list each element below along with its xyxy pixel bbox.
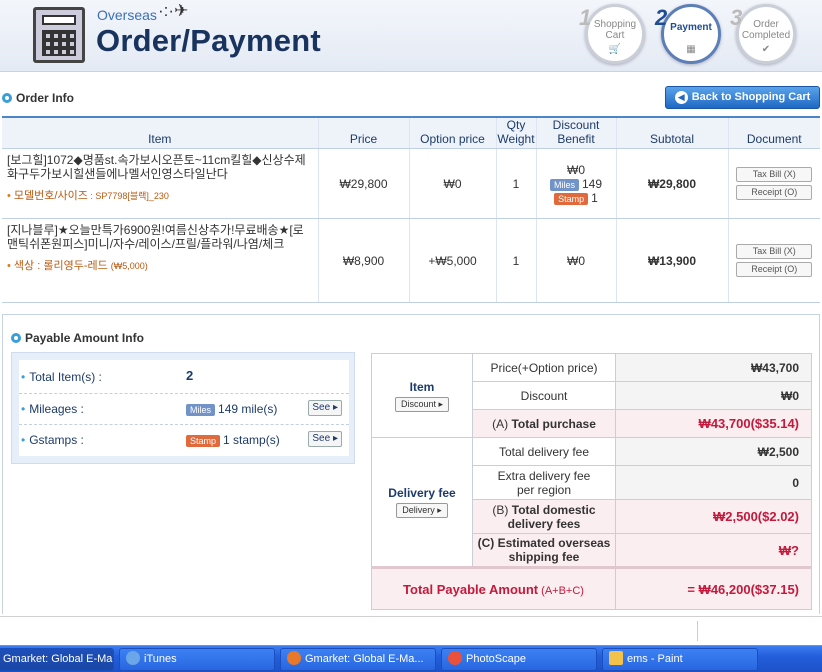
col-discount-benefit: Discount Benefit — [535, 116, 616, 149]
cart-icon: 🛒 — [608, 44, 622, 55]
mileages-row: • Mileages : Miles 149 mile(s) See ▸ — [19, 393, 349, 423]
brand-subtitle: Overseas — [97, 7, 157, 23]
overseas-shipping-value: ₩? — [615, 533, 812, 568]
option-price-cell: ₩0 — [408, 148, 496, 219]
bullet-circle-icon — [2, 93, 12, 103]
col-item: Item — [2, 116, 318, 149]
stamp-badge: Stamp — [554, 192, 589, 205]
taskbar-item-paint[interactable]: ems - Paint — [602, 648, 758, 671]
step-order-completed: 3 Order Completed ✔ — [730, 4, 796, 64]
header: Overseas ·:·✈ Order/Payment 1 Shopping Ca… — [0, 0, 822, 72]
product-name[interactable]: [보그힐]1072◆명품st.속가보시오픈토~11cm킬힐◆신상수제화구두가보시… — [7, 153, 314, 181]
status-bar — [0, 616, 822, 644]
receipt-button[interactable]: Receipt (O) — [736, 185, 813, 200]
tax-bill-button[interactable]: Tax Bill (X) — [736, 244, 813, 259]
product-option: • 색상 : 롤리영두-레드 (₩5,000) — [7, 260, 148, 272]
table-row: [보그힐]1072◆명품st.속가보시오픈토~11cm킬힐◆신상수제화구두가보시… — [2, 148, 820, 219]
total-payable-value: = ₩46,200($37.15) — [615, 566, 812, 610]
paint-icon — [609, 651, 623, 665]
qty-cell: 1 — [495, 148, 536, 219]
total-items-value: 2 — [186, 368, 194, 383]
back-to-cart-button[interactable]: ◀ Back to Shopping Cart — [665, 86, 820, 109]
stamp-badge: Stamp — [186, 435, 221, 447]
payable-title: Payable Amount Info — [11, 331, 144, 345]
document-cell: Tax Bill (X) Receipt (O) — [727, 218, 820, 303]
arrow-left-icon: ◀ — [674, 91, 688, 104]
page: Overseas ·:·✈ Order/Payment 1 Shopping Ca… — [0, 0, 822, 672]
subtotal-cell: ₩13,900 — [615, 218, 728, 303]
taskbar-item-itunes[interactable]: iTunes — [119, 648, 275, 671]
see-mileages-button[interactable]: See ▸ — [308, 400, 342, 416]
bullet-circle-icon — [11, 333, 21, 343]
price-cell: ₩8,900 — [317, 218, 409, 303]
discount-cell: ₩0 Miles 149 Stamp 1 — [535, 148, 616, 219]
payment-summary-table: Item Discount ▸ Price(+Option price) ₩43… — [371, 353, 812, 610]
airplane-icon: ·:·✈ — [158, 1, 189, 20]
col-qty-weight: Qty Weight — [495, 116, 536, 149]
order-table: Item Price Option price Qty Weight Discou… — [2, 116, 820, 303]
tax-bill-button[interactable]: Tax Bill (X) — [736, 167, 813, 182]
taskbar: Gmarket: Global E-Ma... iTunes Gmarket: … — [0, 645, 822, 672]
page-title: Order/Payment — [96, 23, 321, 58]
firefox-icon — [287, 651, 301, 665]
table-row: [지나블루]★오늘만특가6900원!여름신상추가!무료배송★[로맨틱쉬폰원피스]… — [2, 218, 820, 303]
taskbar-item-gmarket[interactable]: Gmarket: Global E-Ma... — [0, 648, 114, 671]
option-price-cell: +₩5,000 — [408, 218, 496, 303]
item-group: Item Discount ▸ — [371, 353, 473, 438]
total-purchase-value: ₩43,700($35.14) — [615, 409, 812, 438]
step-payment: 2 Payment ▦ — [655, 4, 721, 64]
calculator-icon — [33, 7, 85, 63]
total-items-row: • Total Item(s) : 2 — [21, 368, 194, 384]
step-shopping-cart[interactable]: 1 Shopping Cart 🛒 — [579, 4, 645, 64]
discount-button[interactable]: Discount ▸ — [394, 396, 450, 412]
subtotal-cell: ₩29,800 — [615, 148, 728, 219]
product-option: • 모델번호/사이즈 : SP7798[블랙]_230 — [7, 190, 169, 202]
check-icon: ✔ — [761, 44, 771, 55]
qty-cell: 1 — [495, 218, 536, 303]
miles-badge: Miles — [186, 404, 216, 416]
delivery-button[interactable]: Delivery ▸ — [396, 503, 448, 518]
itunes-icon — [126, 651, 140, 665]
price-option-value: ₩43,700 — [615, 353, 812, 382]
col-subtotal: Subtotal — [615, 116, 728, 149]
receipt-button[interactable]: Receipt (O) — [736, 262, 813, 277]
discount-value: ₩0 — [615, 381, 812, 410]
price-cell: ₩29,800 — [317, 148, 409, 219]
total-delivery-value: ₩2,500 — [615, 437, 812, 466]
col-document: Document — [727, 116, 820, 149]
total-payable-row: Total Payable Amount (A+B+C) = ₩46,200($… — [371, 566, 812, 610]
col-price: Price — [317, 116, 409, 149]
taskbar-item-firefox[interactable]: Gmarket: Global E-Ma... — [280, 648, 436, 671]
gstamps-row: • Gstamps : Stamp 1 stamp(s) See ▸ — [19, 424, 349, 454]
col-option-price: Option price — [408, 116, 496, 149]
taskbar-item-photoscape[interactable]: PhotoScape — [441, 648, 597, 671]
see-gstamps-button[interactable]: See ▸ — [308, 431, 342, 447]
benefit-summary: • Total Item(s) : 2 • Mileages : Miles 149 … — [11, 352, 355, 464]
photoscape-icon — [448, 651, 462, 665]
discount-cell: ₩0 — [535, 218, 616, 303]
product-name[interactable]: [지나블루]★오늘만특가6900원!여름신상추가!무료배송★[로맨틱쉬폰원피스]… — [7, 223, 314, 251]
delivery-group: Delivery fee Delivery ▸ — [371, 437, 473, 568]
calculator-small-icon: ▦ — [686, 44, 696, 55]
domestic-delivery-value: ₩2,500($2.02) — [615, 499, 812, 534]
document-cell: Tax Bill (X) Receipt (O) — [727, 148, 820, 219]
miles-badge: Miles — [549, 178, 579, 191]
extra-delivery-value: 0 — [615, 465, 812, 500]
order-info-title: Order Info — [2, 91, 74, 105]
